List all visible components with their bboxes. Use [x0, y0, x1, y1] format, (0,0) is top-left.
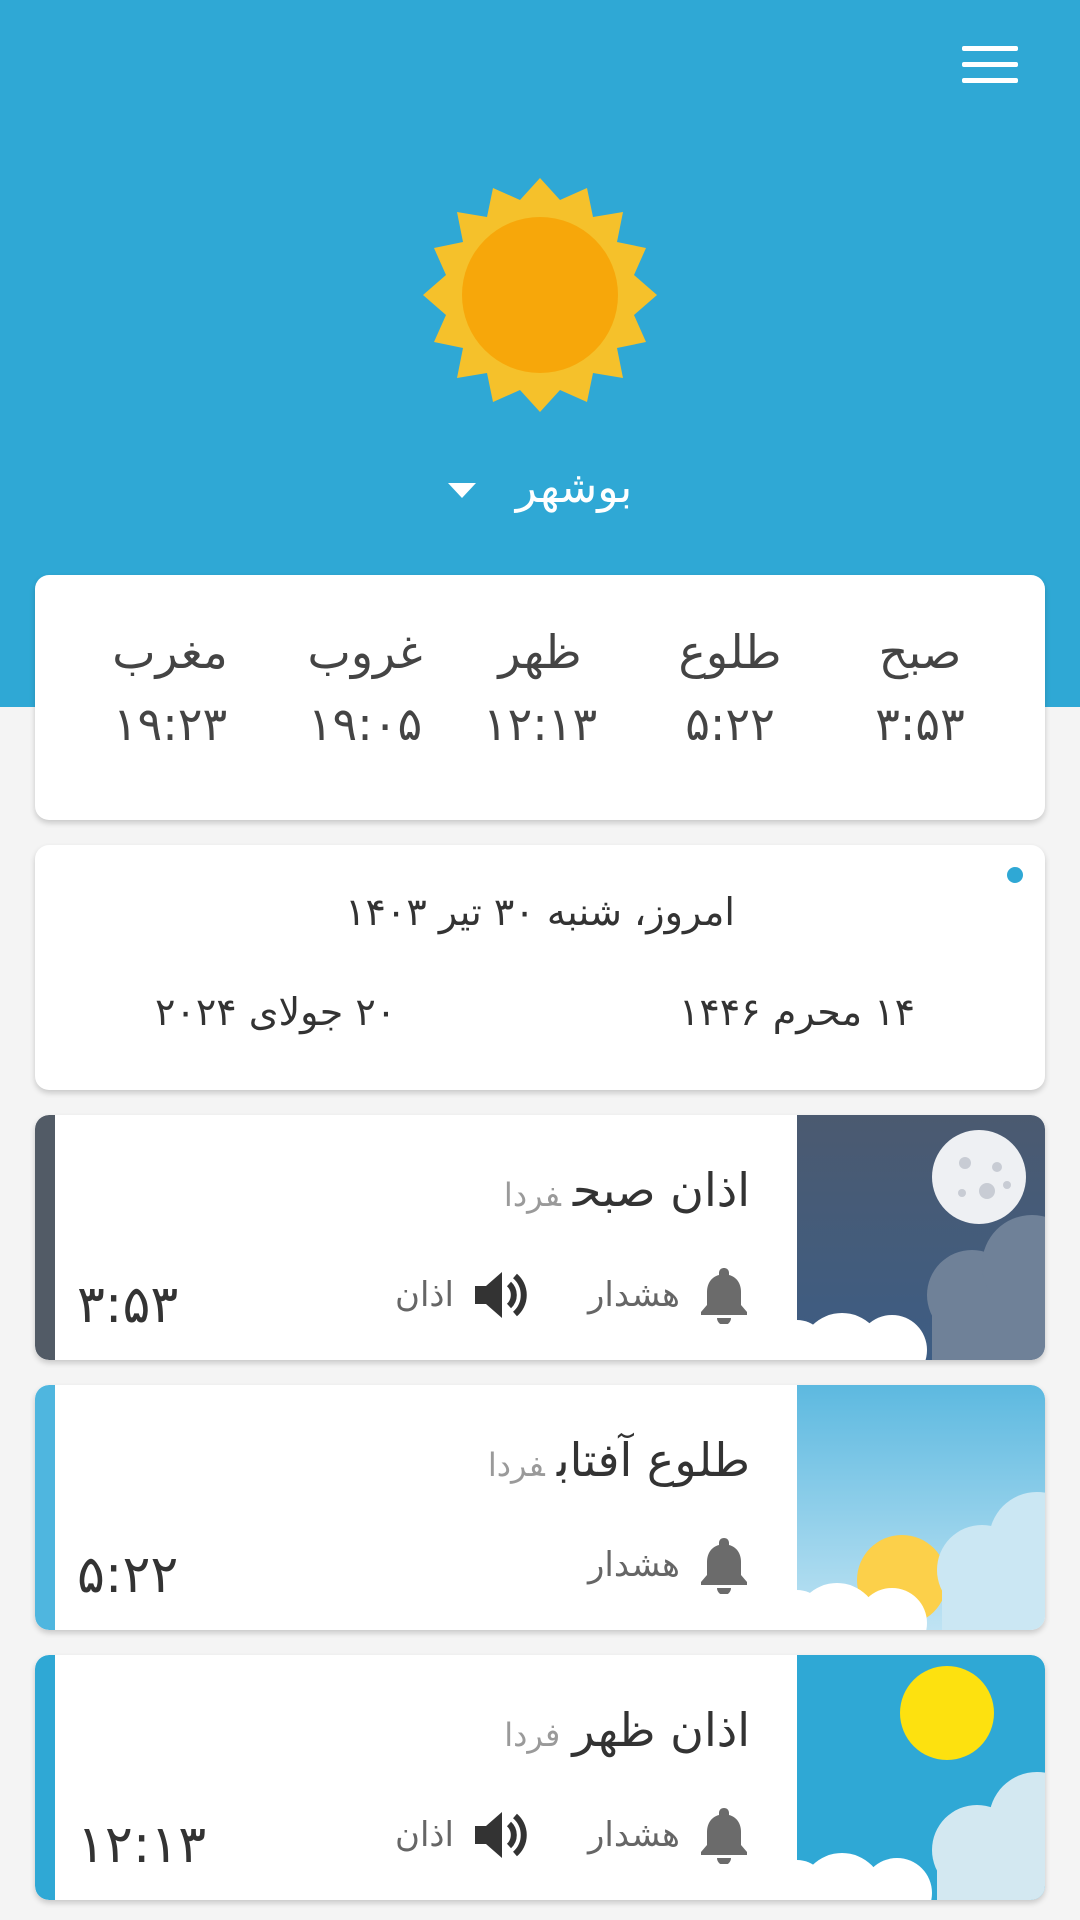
speaker-icon: [475, 1812, 527, 1858]
card-stripe: [35, 1385, 55, 1630]
prayer-time-tolu: طلوع ۵:۲۲: [635, 625, 825, 751]
city-name: بوشهر: [515, 462, 633, 513]
prayer-name: غروب: [307, 625, 423, 679]
prayer-name: ظهر: [498, 625, 582, 679]
menu-icon[interactable]: [962, 46, 1018, 90]
sun-icon: [423, 178, 657, 412]
date-card[interactable]: امروز، شنبه ۳۰ تیر ۱۴۰۳ ۱۴ محرم ۱۴۴۶ ۲۰ …: [35, 845, 1045, 1090]
alarm-card-dhuhr[interactable]: اذان ظهر فردا هشدار اذان ۱۲:۱۳: [35, 1655, 1045, 1900]
today-date: امروز، شنبه ۳۰ تیر ۱۴۰۳: [345, 890, 735, 934]
alert-label: هشدار: [588, 1815, 680, 1855]
alarm-time: ۵:۲۲: [77, 1545, 179, 1605]
bell-icon: [701, 1538, 747, 1594]
alarm-title-text: طلوع آفتاب: [556, 1433, 750, 1487]
alert-toggle[interactable]: هشدار: [588, 1535, 750, 1595]
city-selector[interactable]: بوشهر: [0, 462, 1080, 513]
alarm-card-fajr[interactable]: اذان صبح فردا هشدار اذان ۳:۵۳: [35, 1115, 1045, 1360]
azan-toggle[interactable]: اذان: [395, 1805, 530, 1865]
prayer-times-card: مغرب ۱۹:۲۳ غروب ۱۹:۰۵ ظهر ۱۲:۱۳ طلوع ۵:۲…: [35, 575, 1045, 820]
alarm-title: طلوع آفتاب فردا: [488, 1433, 750, 1487]
alarm-title-text: اذان صبح: [572, 1163, 750, 1217]
alert-label: هشدار: [588, 1275, 680, 1315]
azan-toggle[interactable]: اذان: [395, 1265, 530, 1325]
hijri-date: ۱۴ محرم ۱۴۴۶: [678, 990, 915, 1034]
prayer-time-zohr: ظهر ۱۲:۱۳: [445, 625, 635, 751]
alert-label: هشدار: [588, 1545, 680, 1585]
bell-icon: [701, 1268, 747, 1324]
prayer-time-value: ۱۹:۰۵: [307, 697, 423, 751]
gregorian-date: ۲۰ جولای ۲۰۲۴: [155, 990, 397, 1034]
alarm-title: اذان صبح فردا: [504, 1163, 750, 1217]
prayer-name: صبح: [878, 625, 962, 679]
prayer-name: طلوع: [678, 625, 782, 679]
prayer-time-ghorub: غروب ۱۹:۰۵: [270, 625, 460, 751]
azan-label: اذان: [394, 1815, 454, 1855]
prayer-time-value: ۱۹:۲۳: [112, 697, 228, 751]
prayer-time-value: ۱۲:۱۳: [482, 697, 598, 751]
prayer-time-value: ۵:۲۲: [685, 697, 775, 751]
alarm-title: اذان ظهر فردا: [504, 1703, 750, 1757]
night-illustration: [797, 1115, 1045, 1360]
alarm-card-sunrise[interactable]: طلوع آفتاب فردا هشدار ۵:۲۲: [35, 1385, 1045, 1630]
prayer-time-maghrib: مغرب ۱۹:۲۳: [75, 625, 265, 751]
card-stripe: [35, 1655, 55, 1900]
alarm-time: ۳:۵۳: [77, 1275, 179, 1335]
bell-icon: [701, 1808, 747, 1864]
alert-toggle[interactable]: هشدار: [588, 1805, 750, 1865]
card-stripe: [35, 1115, 55, 1360]
alarm-title-text: اذان ظهر: [572, 1703, 750, 1757]
indicator-dot: [1007, 867, 1023, 883]
noon-illustration: [797, 1655, 1045, 1900]
tomorrow-label: فردا: [504, 1716, 561, 1754]
alarm-time: ۱۲:۱۳: [77, 1815, 207, 1875]
alert-toggle[interactable]: هشدار: [588, 1265, 750, 1325]
sunrise-illustration: [797, 1385, 1045, 1630]
tomorrow-label: فردا: [503, 1176, 561, 1214]
prayer-time-value: ۳:۵۳: [875, 697, 965, 751]
speaker-icon: [475, 1272, 527, 1318]
caret-down-icon: [447, 482, 476, 498]
tomorrow-label: فردا: [487, 1446, 545, 1484]
azan-label: اذان: [394, 1275, 454, 1315]
prayer-name: مغرب: [112, 625, 228, 679]
prayer-time-sobh: صبح ۳:۵۳: [825, 625, 1015, 751]
